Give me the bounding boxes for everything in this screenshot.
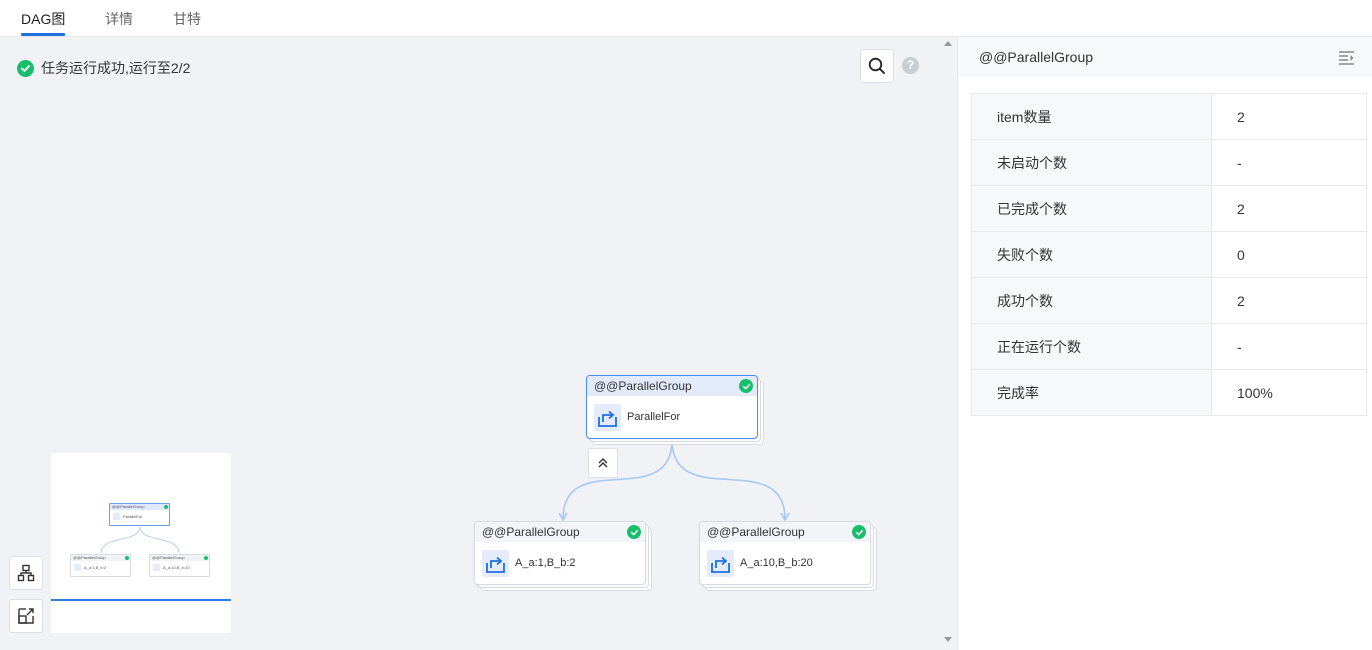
parallel-task-icon [153,564,160,571]
table-row: 完成率 100% [971,369,1367,416]
tab-bar: DAG图 详情 甘特 [0,0,1372,37]
table-row: 已完成个数 2 [971,185,1367,232]
fit-view-button[interactable] [9,599,43,633]
minimap[interactable]: @@ParallelGroup ParallelFor @@ParallelGr… [51,453,231,633]
tab-dag[interactable]: DAG图 [21,10,65,28]
minimap-node-child-2: @@ParallelGroup A_a:10,B_b:20 [149,554,210,577]
success-check-icon [852,525,866,539]
parallel-task-icon [74,564,81,571]
node-card[interactable]: @@ParallelGroup A_a:10,B_b:20 [699,521,871,585]
parallel-task-icon [707,550,734,577]
collapse-button[interactable] [588,448,618,478]
parallel-task-icon [482,550,509,577]
node-title: @@ParallelGroup [707,525,805,539]
active-tab-indicator [21,33,65,36]
tab-details[interactable]: 详情 [105,10,133,28]
success-check-icon [627,525,641,539]
minimap-node-child-1: @@ParallelGroup A_a:1,B_b:2 [70,554,131,577]
stats-table: item数量 2 未启动个数 - 已完成个数 2 失败个数 0 成功个数 2 正在运行个数… [971,93,1367,416]
parallel-task-icon [594,404,621,431]
edge-root-to-child-2 [671,439,786,520]
table-row: 成功个数 2 [971,277,1367,324]
table-row: item数量 2 [971,93,1367,140]
double-chevron-up-icon [598,458,608,468]
table-row: 未启动个数 - [971,139,1367,186]
table-row: 失败个数 0 [971,231,1367,278]
panel-header: @@ParallelGroup [958,37,1372,77]
hierarchy-icon [17,564,35,582]
list-collapse-icon[interactable] [1338,50,1355,70]
node-title: @@ParallelGroup [594,379,692,393]
node-card[interactable]: @@ParallelGroup ParallelFor [586,375,758,439]
auto-layout-button[interactable] [9,556,43,590]
node-label: A_a:10,B_b:20 [740,557,813,569]
panel-title: @@ParallelGroup [979,49,1094,65]
success-check-icon [204,556,208,560]
success-check-icon [739,379,753,393]
success-check-icon [164,505,168,509]
minimap-node-root: @@ParallelGroup ParallelFor [109,503,170,526]
fit-view-icon [18,608,34,624]
node-label: ParallelFor [627,411,681,423]
success-check-icon [125,556,129,560]
node-label: A_a:1,B_b:2 [515,557,576,569]
node-card[interactable]: @@ParallelGroup A_a:1,B_b:2 [474,521,646,585]
minimap-edges [100,526,180,554]
parallel-task-icon [113,513,120,520]
dag-canvas[interactable]: 任务运行成功,运行至2/2 ? @@ParallelGroup Parallel… [0,37,957,650]
minimap-viewport-indicator[interactable] [51,599,231,601]
table-row: 正在运行个数 - [971,323,1367,370]
node-title: @@ParallelGroup [482,525,580,539]
tab-gantt[interactable]: 甘特 [173,10,201,28]
details-panel: @@ParallelGroup item数量 2 未启动个数 - 已完成个数 2 失败… [957,37,1372,650]
